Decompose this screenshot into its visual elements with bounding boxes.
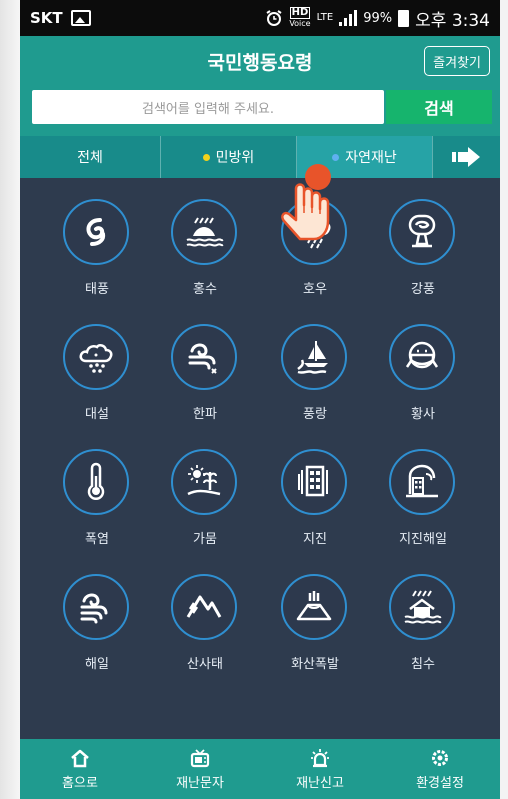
battery-percent: 99% bbox=[363, 10, 393, 26]
typhoon-icon bbox=[63, 199, 129, 265]
grid-item-inundation[interactable]: 침수 bbox=[368, 556, 478, 672]
device-bezel-left bbox=[0, 0, 20, 799]
grid-item-volcano[interactable]: 화산폭발 bbox=[260, 556, 370, 672]
heavy-snow-icon bbox=[63, 324, 129, 390]
grid-label: 가뭄 bbox=[193, 532, 217, 547]
tab-label: 전체 bbox=[77, 150, 103, 166]
carrier-label: SKT bbox=[30, 9, 63, 27]
grid-label: 해일 bbox=[85, 657, 109, 672]
hd-voice-indicator: HD Voice bbox=[289, 7, 311, 28]
grid-item-drought[interactable]: 가뭄 bbox=[150, 431, 260, 547]
siren-icon bbox=[311, 748, 329, 767]
grid-label: 폭염 bbox=[85, 532, 109, 547]
tab-label: 민방위 bbox=[215, 150, 255, 166]
drought-icon bbox=[171, 449, 237, 515]
yellow-dust-icon bbox=[389, 324, 455, 390]
device-bezel-right bbox=[500, 0, 508, 799]
nav-label: 홈으로 bbox=[62, 775, 98, 791]
clock: 오후 3:34 bbox=[415, 10, 490, 31]
grid-item-high-waves[interactable]: 풍랑 bbox=[260, 306, 370, 422]
tv-icon bbox=[190, 748, 210, 767]
storm-surge-icon bbox=[63, 574, 129, 640]
nav-disaster-report[interactable]: 재난신고 bbox=[260, 739, 380, 799]
favorites-button[interactable]: 즐겨찾기 bbox=[424, 46, 490, 76]
high-waves-icon bbox=[281, 324, 347, 390]
page-title: 국민행동요령 bbox=[207, 51, 313, 74]
inundation-icon bbox=[389, 574, 455, 640]
phone-screen: SKT HD Voice LTE 99% 오후 3:34 국민행동요령 즐겨찾기… bbox=[20, 0, 500, 799]
grid-label: 호우 bbox=[303, 282, 327, 297]
settings-icon bbox=[432, 749, 448, 766]
search-button[interactable]: 검색 bbox=[386, 90, 492, 124]
battery-icon bbox=[398, 9, 410, 27]
tab-all[interactable]: 전체 bbox=[20, 136, 161, 178]
grid-label: 강풍 bbox=[411, 282, 435, 297]
grid-label: 태풍 bbox=[85, 282, 109, 297]
grid-label: 황사 bbox=[411, 407, 435, 422]
blue-dot-icon bbox=[332, 153, 340, 161]
volcano-icon bbox=[281, 574, 347, 640]
grid-label: 풍랑 bbox=[303, 407, 327, 422]
grid-item-tsunami[interactable]: 지진해일 bbox=[368, 431, 478, 547]
image-notification-icon bbox=[70, 10, 91, 26]
grid-label: 홍수 bbox=[193, 282, 217, 297]
status-bar: SKT HD Voice LTE 99% 오후 3:34 bbox=[20, 0, 500, 36]
landslide-icon bbox=[171, 574, 237, 640]
grid-item-earthquake[interactable]: 지진 bbox=[260, 431, 370, 547]
app-header: 국민행동요령 즐겨찾기 bbox=[20, 36, 500, 86]
grid-item-cold-wave[interactable]: 한파 bbox=[150, 306, 260, 422]
grid-label: 산사태 bbox=[187, 657, 223, 672]
grid-label: 지진 bbox=[303, 532, 327, 547]
earthquake-icon bbox=[281, 449, 347, 515]
grid-item-flood[interactable]: 홍수 bbox=[150, 181, 260, 297]
grid-label: 화산폭발 bbox=[291, 657, 339, 672]
alarm-icon bbox=[266, 10, 282, 26]
strong-wind-icon bbox=[389, 199, 455, 265]
home-icon bbox=[71, 749, 89, 767]
grid-item-yellow-dust[interactable]: 황사 bbox=[368, 306, 478, 422]
nav-label: 환경설정 bbox=[416, 775, 464, 791]
cold-wave-icon bbox=[171, 324, 237, 390]
arrow-right-icon bbox=[451, 147, 480, 167]
bottom-nav: 홈으로 재난문자 재난신고 환경설정 bbox=[20, 739, 500, 799]
grid-label: 침수 bbox=[411, 657, 435, 672]
search-input[interactable]: 검색어를 입력해 주세요. bbox=[32, 90, 384, 124]
grid-item-typhoon[interactable]: 태풍 bbox=[42, 181, 152, 297]
category-tabs: 전체 민방위 자연재난 bbox=[20, 136, 500, 178]
heat-wave-icon bbox=[63, 449, 129, 515]
grid-item-landslide[interactable]: 산사태 bbox=[150, 556, 260, 672]
nav-disaster-message[interactable]: 재난문자 bbox=[140, 739, 260, 799]
grid-item-heavy-snow[interactable]: 대설 bbox=[42, 306, 152, 422]
pointing-hand-icon bbox=[281, 164, 331, 241]
nav-settings[interactable]: 환경설정 bbox=[380, 739, 500, 799]
search-bar: 검색어를 입력해 주세요. 검색 bbox=[20, 86, 500, 136]
nav-label: 재난신고 bbox=[296, 775, 344, 791]
nav-label: 재난문자 bbox=[176, 775, 224, 791]
grid-label: 대설 bbox=[85, 407, 109, 422]
tsunami-icon bbox=[389, 449, 455, 515]
yellow-dot-icon bbox=[202, 153, 210, 161]
grid-label: 한파 bbox=[193, 407, 217, 422]
tab-next-arrow[interactable] bbox=[433, 136, 500, 178]
grid-label: 지진해일 bbox=[399, 532, 447, 547]
signal-icon bbox=[339, 10, 358, 26]
grid-item-heat-wave[interactable]: 폭염 bbox=[42, 431, 152, 547]
lte-indicator: LTE bbox=[316, 12, 334, 23]
flood-icon bbox=[171, 199, 237, 265]
grid-item-strong-wind[interactable]: 강풍 bbox=[368, 181, 478, 297]
grid-item-storm-surge[interactable]: 해일 bbox=[42, 556, 152, 672]
nav-home[interactable]: 홈으로 bbox=[20, 739, 140, 799]
tab-label: 자연재난 bbox=[345, 150, 397, 166]
